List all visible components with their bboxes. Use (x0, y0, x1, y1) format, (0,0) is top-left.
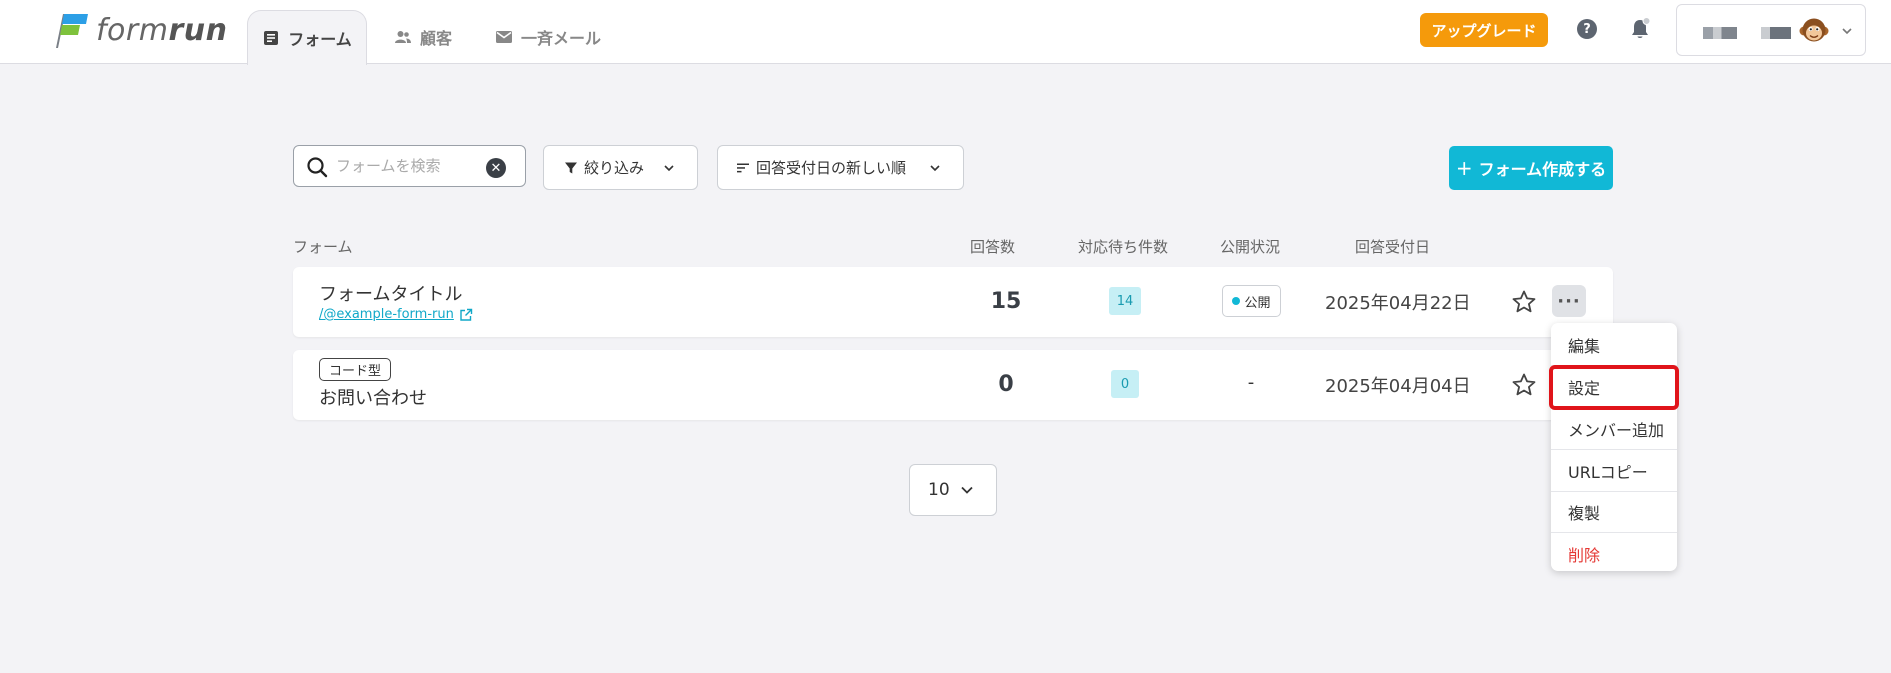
notification-bell-icon[interactable] (1629, 17, 1651, 41)
masked-user-name (1761, 27, 1791, 39)
form-options-menu: 編集 設定 メンバー追加 URLコピー 複製 削除 (1549, 323, 1679, 574)
upgrade-button[interactable]: アップグレード (1420, 13, 1548, 47)
form-title[interactable]: フォームタイトル (319, 280, 462, 306)
response-count: 0 (998, 372, 1014, 397)
tab-forms-label: フォーム (288, 30, 352, 49)
tab-customers[interactable]: 顧客 (394, 10, 452, 64)
sort-lines-icon (737, 163, 749, 172)
help-icon[interactable]: ? (1577, 19, 1597, 39)
form-link-text: /@example-form-run (319, 307, 454, 322)
chevron-down-icon (664, 164, 674, 171)
mail-icon (496, 31, 512, 43)
tab-forms[interactable]: フォーム (247, 10, 367, 65)
create-form-label: フォーム作成する (1478, 160, 1607, 179)
per-page-select[interactable]: 10 (909, 464, 997, 516)
status-label: - (1247, 372, 1255, 393)
per-page-value: 10 (928, 480, 950, 500)
masked-org-name (1703, 27, 1737, 39)
filter-label: 絞り込み (584, 159, 645, 177)
formrun-logo[interactable]: formrun (50, 12, 228, 50)
column-header-date: 回答受付日 (1355, 238, 1431, 256)
search-icon (307, 157, 328, 178)
formrun-logo-icon (56, 14, 88, 48)
published-dot (1232, 297, 1241, 305)
star-icon[interactable] (1511, 372, 1537, 398)
star-icon[interactable] (1511, 289, 1537, 315)
menu-item-delete[interactable]: 削除 (1551, 533, 1677, 574)
search-input[interactable] (336, 154, 476, 178)
people-icon (395, 31, 411, 43)
form-public-link[interactable]: /@example-form-run (319, 307, 473, 322)
menu-item-copy-url[interactable]: URLコピー (1551, 451, 1677, 492)
pending-count-badge[interactable]: 14 (1109, 287, 1141, 315)
chevron-down-icon (930, 164, 940, 171)
chevron-down-icon (1842, 28, 1852, 35)
more-options-button[interactable]: ··· (1552, 285, 1586, 317)
column-header-responses: 回答数 (970, 238, 1016, 256)
create-form-button[interactable]: + フォーム作成する (1449, 146, 1613, 190)
menu-item-duplicate[interactable]: 複製 (1551, 492, 1677, 533)
status-label: 公開 (1244, 295, 1271, 311)
pending-count-badge[interactable]: 0 (1111, 370, 1139, 398)
form-doc-icon (264, 31, 279, 45)
user-account-menu[interactable] (1676, 4, 1866, 56)
tab-bulk-mail[interactable]: 一斉メール (495, 10, 601, 64)
plus-icon: + (1455, 156, 1473, 180)
column-header-pending: 対応待ち件数 (1078, 238, 1169, 256)
top-header: formrun フォーム 顧客 一斉メール アップグレード ? (0, 0, 1891, 65)
tab-bulk-mail-label: 一斉メール (521, 29, 602, 48)
menu-item-edit[interactable]: 編集 (1551, 325, 1677, 366)
logo-text: formrun (96, 13, 228, 48)
search-box: ✕ (293, 145, 526, 187)
form-title[interactable]: お問い合わせ (319, 384, 427, 410)
filter-button[interactable]: 絞り込み (543, 145, 698, 190)
column-header-status: 公開状況 (1220, 238, 1281, 256)
menu-item-add-member[interactable]: メンバー追加 (1551, 409, 1677, 450)
monkey-avatar (1799, 18, 1829, 42)
column-header-form: フォーム (293, 238, 353, 256)
status-badge: 公開 (1222, 285, 1281, 317)
sort-label: 回答受付日の新しい順 (756, 159, 907, 177)
code-type-tag: コード型 (319, 358, 392, 381)
chevron-down-icon (961, 486, 973, 494)
clear-search-icon[interactable]: ✕ (486, 158, 506, 178)
sort-button[interactable]: 回答受付日の新しい順 (717, 145, 964, 190)
table-row[interactable]: コード型 お問い合わせ 0 0 - 2025年04月04日 (293, 350, 1613, 420)
filter-funnel-icon (565, 162, 577, 173)
table-row[interactable]: フォームタイトル /@example-form-run 15 14 公開 202… (293, 267, 1613, 337)
received-date: 2025年04月04日 (1325, 376, 1471, 397)
menu-item-settings[interactable]: 設定 (1549, 365, 1679, 410)
response-count: 15 (990, 289, 1022, 314)
received-date: 2025年04月22日 (1325, 293, 1471, 314)
external-link-icon (460, 308, 473, 321)
tab-customers-label: 顧客 (420, 29, 453, 48)
